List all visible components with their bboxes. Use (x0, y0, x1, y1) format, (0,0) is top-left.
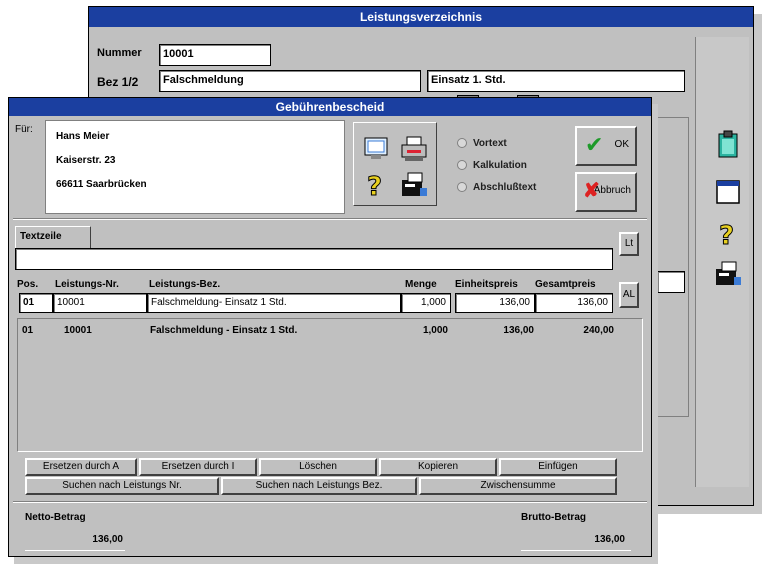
address-line-1: Hans Meier (56, 131, 110, 142)
netto-value: 136,00 (92, 534, 123, 545)
delete-button[interactable]: Löschen (259, 458, 377, 476)
svg-text:?: ? (367, 172, 382, 200)
ok-button[interactable]: ✔ OK (575, 126, 637, 166)
edit-einzel[interactable]: 136,00 (455, 293, 535, 313)
textzeile-input[interactable] (15, 248, 613, 270)
number-label: Nummer (97, 47, 142, 59)
edit-nr[interactable]: 10001 (53, 293, 147, 313)
option-vortext[interactable]: Vortext (457, 138, 507, 149)
search-nr-button[interactable]: Suchen nach Leistungs Nr. (25, 477, 219, 495)
bez2-field[interactable]: Einsatz 1. Std. (427, 70, 685, 92)
list-row-menge: 1,000 (422, 325, 448, 336)
list-row-einzel: 136,00 (503, 325, 534, 336)
radio-icon (457, 182, 467, 193)
list-row-nr: 10001 (64, 325, 92, 336)
brutto-label: Brutto-Betrag (521, 512, 586, 523)
dialog-title: Gebührenbescheid (9, 98, 651, 116)
netto-underline (25, 550, 125, 551)
dialog-window: Gebührenbescheid Für: Hans Meier Kaisers… (8, 97, 652, 557)
option-abschlusstext[interactable]: Abschlußtext (457, 182, 536, 193)
copy-button[interactable]: Kopieren (379, 458, 497, 476)
col-pos: Pos. (17, 279, 39, 290)
side-button-top[interactable]: Lt (619, 232, 639, 256)
for-label: Für: (15, 124, 33, 135)
cancel-x-icon: ✘ (583, 180, 600, 202)
radio-icon (457, 138, 467, 149)
edit-menge[interactable]: 1,000 (401, 293, 451, 313)
replace-a-button[interactable]: Ersetzen durch A (25, 458, 137, 476)
edit-pos[interactable]: 01 (19, 293, 53, 313)
cancel-button[interactable]: ✘ Abbruch (575, 172, 637, 212)
col-menge: Menge (405, 279, 437, 290)
list-row-bez: Falschmeldung - Einsatz 1 Std. (150, 325, 298, 336)
back-window-title: Leistungsverzeichnis (89, 7, 753, 27)
address-line-2: Kaiserstr. 23 (56, 155, 116, 166)
radio-icon (457, 160, 467, 171)
window-icon[interactable] (713, 177, 743, 207)
edit-gesamt[interactable]: 136,00 (535, 293, 613, 313)
search-bez-button[interactable]: Suchen nach Leistungs Bez. (221, 477, 417, 495)
help-icon[interactable]: ? (361, 170, 391, 203)
option-kalkulation-label: Kalkulation (473, 160, 527, 171)
replace-i-button[interactable]: Ersetzen durch I (139, 458, 257, 476)
fax-icon[interactable] (399, 170, 429, 200)
subtotal-button[interactable]: Zwischensumme (419, 477, 617, 495)
positions-list[interactable]: 01 10001 Falschmeldung - Einsatz 1 Std. … (17, 318, 643, 452)
bez-label: Bez 1/2 (97, 75, 139, 89)
svg-text:?: ? (719, 221, 734, 249)
option-vortext-label: Vortext (473, 138, 507, 149)
separator (13, 218, 647, 220)
col-gesamt: Gesamtpreis (535, 279, 596, 290)
paste-button[interactable]: Einfügen (499, 458, 617, 476)
address-box: Hans Meier Kaiserstr. 23 66611 Saarbrück… (45, 120, 345, 214)
list-row-pos: 01 (22, 325, 34, 336)
option-kalkulation[interactable]: Kalkulation (457, 160, 527, 171)
monitor-icon[interactable] (361, 134, 391, 164)
address-line-3: 66611 Saarbrücken (56, 179, 147, 190)
clipboard-icon[interactable] (713, 129, 743, 159)
option-abschlusstext-label: Abschlußtext (473, 182, 537, 193)
back-right-field[interactable] (657, 271, 685, 293)
col-einzel: Einheitspreis (455, 279, 518, 290)
separator-bottom (13, 501, 647, 503)
col-nr: Leistungs-Nr. (55, 279, 119, 290)
col-bez: Leistungs-Bez. (149, 279, 221, 290)
printer-icon[interactable] (399, 134, 429, 164)
netto-label: Netto-Betrag (25, 512, 86, 523)
brutto-value: 136,00 (594, 534, 625, 545)
help-icon[interactable]: ? (713, 219, 743, 252)
ok-label: OK (614, 139, 629, 150)
edit-bez[interactable]: Falschmeldung- Einsatz 1 Std. (147, 293, 401, 313)
fax-icon[interactable] (713, 259, 743, 289)
side-button-mid[interactable]: AL (619, 282, 639, 308)
bez1-field[interactable]: Falschmeldung (159, 70, 421, 92)
checkmark-icon: ✔ (585, 132, 604, 157)
number-field[interactable]: 10001 (159, 44, 271, 66)
list-row-gesamt: 240,00 (583, 325, 614, 336)
brutto-underline (521, 550, 631, 551)
tab-textzeile[interactable]: Textzeile (15, 226, 91, 248)
